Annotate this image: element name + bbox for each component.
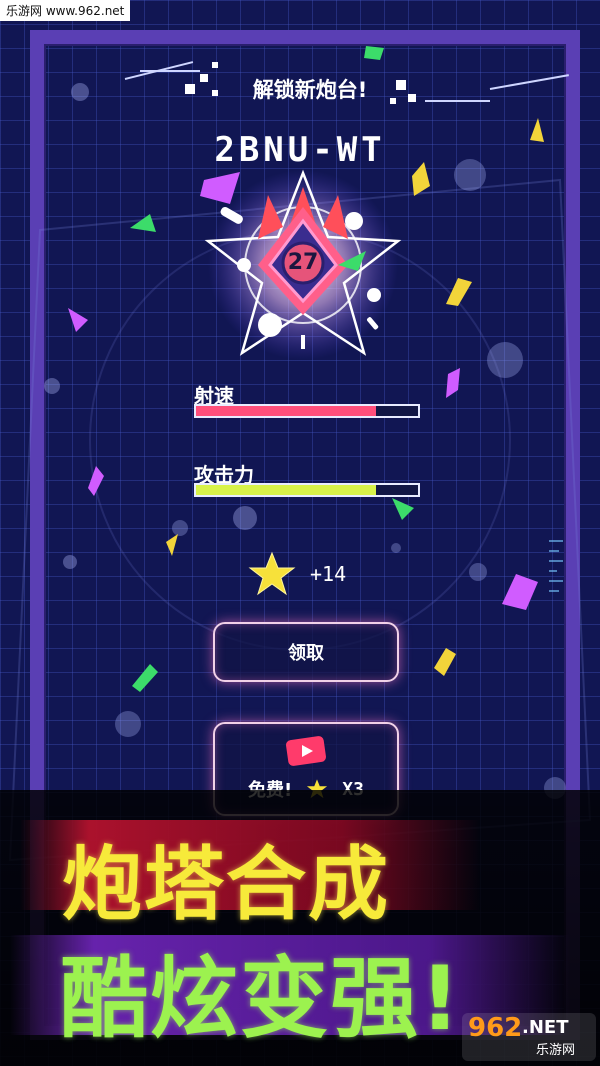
stat-bar-fire-rate xyxy=(194,404,420,418)
video-play-icon xyxy=(286,736,326,766)
confetti xyxy=(88,466,104,496)
star-icon xyxy=(248,551,296,596)
promo-line-2: 酷炫变强! xyxy=(60,947,463,1050)
bg-dot xyxy=(487,342,523,378)
stat-bar-fill xyxy=(196,406,376,416)
side-tick xyxy=(549,580,563,582)
turret-orb xyxy=(258,313,282,337)
claim-button[interactable]: 领取 xyxy=(213,622,399,682)
confetti xyxy=(530,118,544,142)
confetti xyxy=(364,46,384,60)
turret-level: 27 xyxy=(287,250,319,275)
confetti xyxy=(68,308,88,332)
turret-orb xyxy=(345,212,363,230)
bg-dot xyxy=(71,83,89,101)
turret-emblem: 27 xyxy=(198,165,408,365)
confetti xyxy=(132,664,158,692)
side-tick xyxy=(549,570,557,572)
bg-dot xyxy=(454,159,486,191)
confetti xyxy=(446,368,460,398)
watermark-brand: 962 xyxy=(468,1013,523,1043)
confetti xyxy=(130,214,156,232)
bottom-watermark: 962 .NET 乐游网 xyxy=(462,1013,596,1061)
side-tick xyxy=(549,550,559,552)
confetti xyxy=(502,574,538,610)
turret-orb xyxy=(237,258,251,272)
bg-dot xyxy=(63,555,77,569)
bg-dot xyxy=(44,378,60,394)
promo-line-1: 炮塔合成 xyxy=(62,838,390,931)
side-tick xyxy=(549,560,563,562)
bg-dot xyxy=(172,520,188,536)
top-watermark: 乐游网 www.962.net xyxy=(0,0,131,21)
confetti xyxy=(166,534,178,556)
bg-dot xyxy=(469,563,487,581)
watermark-net: .NET xyxy=(522,1017,569,1038)
confetti xyxy=(392,498,414,520)
bg-dot xyxy=(391,543,401,553)
side-tick xyxy=(549,590,559,592)
stat-bar-attack xyxy=(194,483,420,497)
bg-dot xyxy=(233,506,257,530)
watermark-cn: 乐游网 xyxy=(536,1043,576,1058)
reward-count: +14 xyxy=(310,562,347,586)
confetti xyxy=(412,162,430,196)
confetti xyxy=(434,648,456,676)
claim-button-label: 领取 xyxy=(288,643,324,664)
turret-dash xyxy=(301,335,305,349)
side-tick xyxy=(549,540,563,542)
turret-orb xyxy=(367,288,381,302)
stat-bar-fill xyxy=(196,485,376,495)
bg-dot xyxy=(115,711,141,737)
reward-display: +14 xyxy=(248,550,378,600)
